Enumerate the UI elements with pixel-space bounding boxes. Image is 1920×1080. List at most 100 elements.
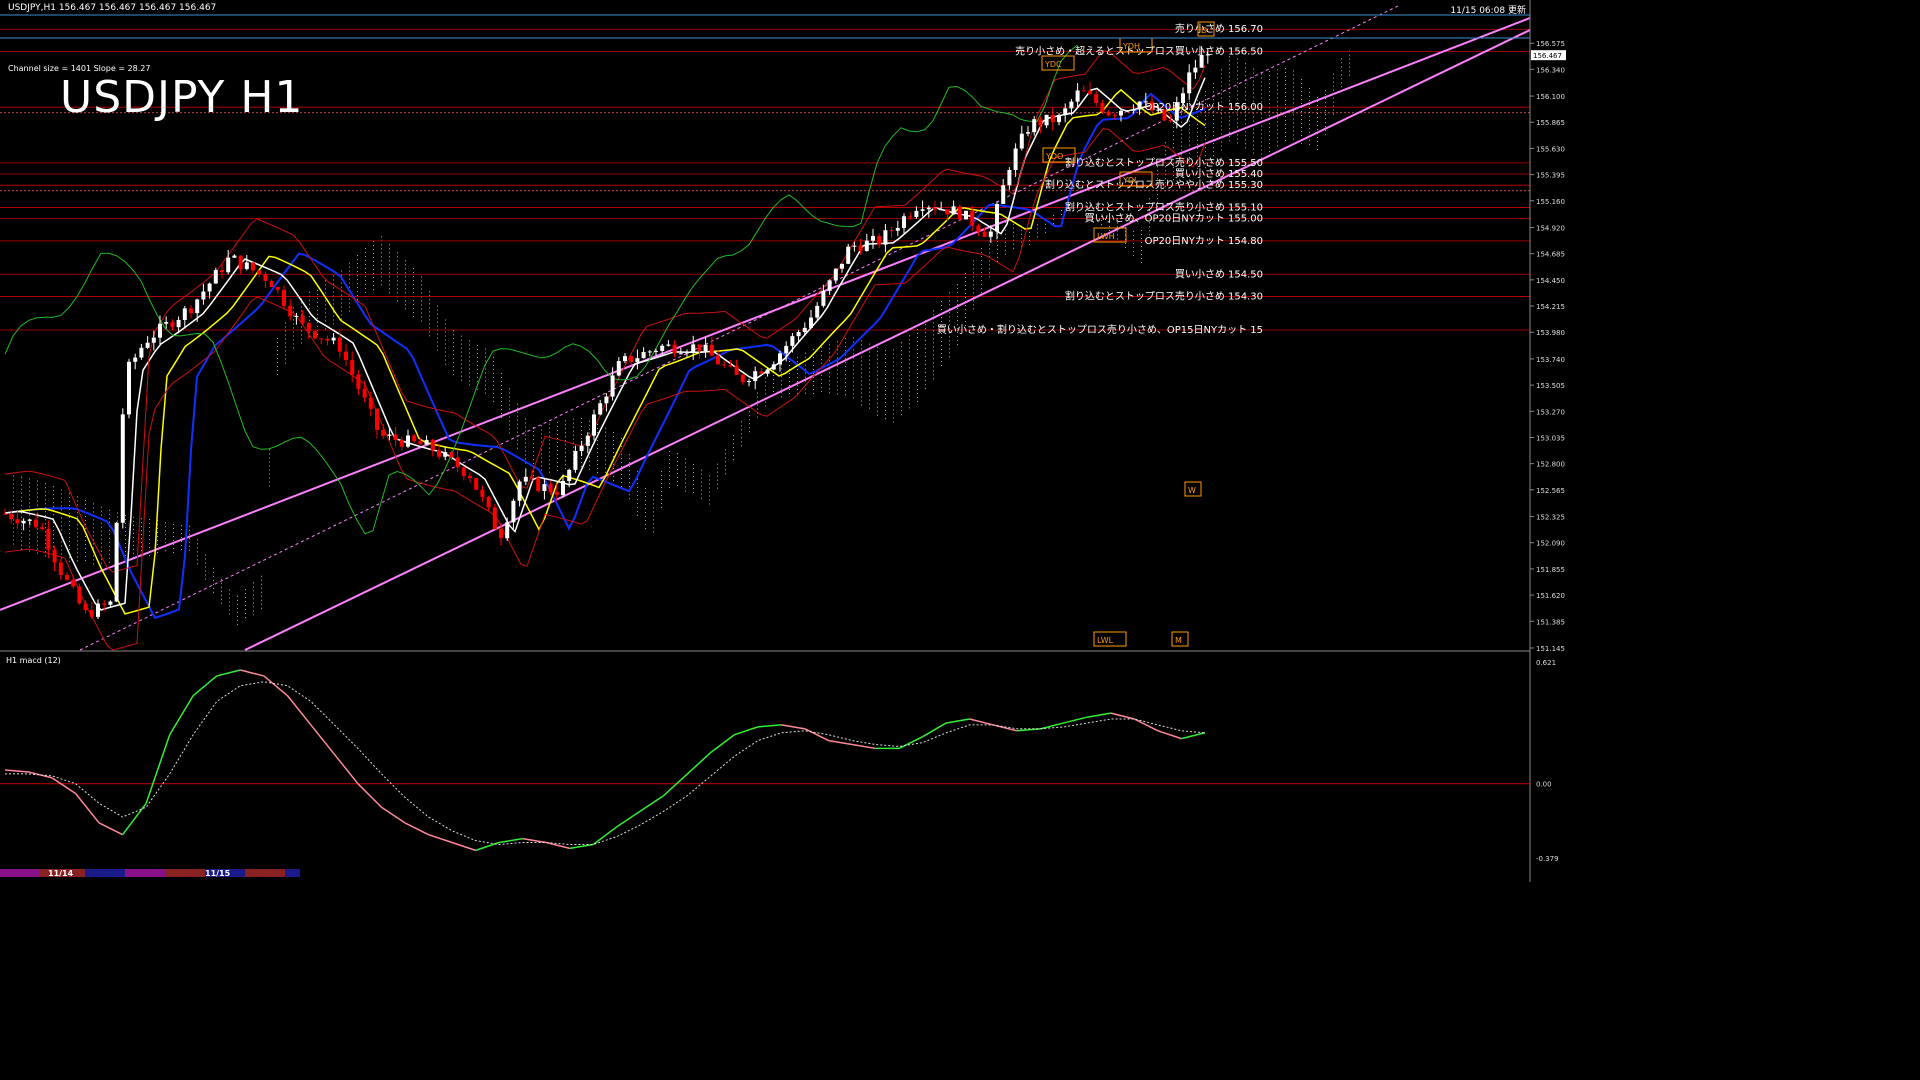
- cloud-dot: [285, 338, 286, 340]
- cloud-dot: [1245, 143, 1246, 145]
- cloud-dot: [1205, 127, 1206, 129]
- cloud-dot: [1005, 249, 1006, 251]
- cloud-dot: [1277, 145, 1278, 147]
- cloud-dot: [1181, 141, 1182, 143]
- candle-body: [790, 336, 795, 346]
- cloud-dot: [525, 446, 526, 448]
- cloud-dot: [1293, 122, 1294, 124]
- cloud-dot: [565, 436, 566, 438]
- cloud-dot: [61, 489, 62, 491]
- cloud-dot: [253, 614, 254, 616]
- cloud-dot: [21, 488, 22, 490]
- cloud-dot: [933, 342, 934, 344]
- cloud-dot: [133, 516, 134, 518]
- cloud-dot: [949, 320, 950, 322]
- cloud-dot: [965, 305, 966, 307]
- cloud-dot: [53, 506, 54, 508]
- cloud-dot: [917, 396, 918, 398]
- cloud-dot: [1253, 128, 1254, 130]
- candle-body: [1075, 90, 1080, 102]
- cloud-dot: [133, 552, 134, 554]
- cloud-dot: [61, 493, 62, 495]
- cloud-dot: [405, 288, 406, 290]
- candle-body: [598, 403, 603, 415]
- cloud-dot: [485, 360, 486, 362]
- cloud-dot: [1197, 151, 1198, 153]
- candle-body: [573, 451, 578, 470]
- cloud-dot: [677, 457, 678, 459]
- candle-body: [331, 337, 336, 341]
- cloud-dot: [381, 284, 382, 286]
- cloud-dot: [1237, 66, 1238, 68]
- candle-body: [957, 206, 962, 220]
- cloud-dot: [485, 380, 486, 382]
- candle-body: [703, 344, 708, 352]
- candle-body: [840, 263, 844, 269]
- cloud-dot: [709, 487, 710, 489]
- cloud-dot: [837, 361, 838, 363]
- cloud-dot: [861, 376, 862, 378]
- candle-body: [89, 610, 94, 617]
- cloud-dot: [1229, 120, 1230, 122]
- cloud-dot: [549, 463, 550, 465]
- cloud-dot: [1293, 130, 1294, 132]
- cloud-dot: [477, 376, 478, 378]
- cloud-dot: [549, 455, 550, 457]
- cloud-dot: [93, 559, 94, 561]
- candle-body: [945, 209, 950, 215]
- cloud-dot: [917, 364, 918, 366]
- cloud-dot: [877, 346, 878, 348]
- cloud-dot: [757, 396, 758, 398]
- cloud-dot: [1221, 133, 1222, 135]
- cloud-dot: [461, 375, 462, 377]
- cloud-dot: [325, 300, 326, 302]
- cloud-dot: [477, 344, 478, 346]
- cloud-dot: [949, 344, 950, 346]
- candle-body: [133, 357, 138, 362]
- cloud-dot: [45, 547, 46, 549]
- cloud-dot: [541, 469, 542, 471]
- cloud-dot: [501, 396, 502, 398]
- cloud-dot: [205, 562, 206, 564]
- cloud-dot: [1293, 78, 1294, 80]
- cloud-dot: [757, 392, 758, 394]
- cloud-dot: [1013, 223, 1014, 225]
- cloud-dot: [813, 360, 814, 362]
- cloud-dot: [293, 307, 294, 309]
- cloud-dot: [1037, 236, 1038, 238]
- cloud-dot: [965, 281, 966, 283]
- cloud-dot: [1213, 83, 1214, 85]
- cloud-dot: [797, 389, 798, 391]
- cloud-dot: [981, 280, 982, 282]
- cloud-dot: [781, 368, 782, 370]
- cloud-dot: [821, 386, 822, 388]
- cloud-dot: [661, 495, 662, 497]
- cloud-dot: [1245, 147, 1246, 149]
- candle-body: [108, 601, 113, 605]
- cloud-dot: [53, 546, 54, 548]
- cloud-dot: [925, 328, 926, 330]
- candle-body: [871, 235, 875, 241]
- cloud-dot: [1309, 95, 1310, 97]
- cloud-dot: [565, 428, 566, 430]
- cloud-dot: [869, 399, 870, 401]
- cloud-dot: [445, 355, 446, 357]
- candle-body: [189, 308, 193, 314]
- cloud-dot: [1349, 54, 1350, 56]
- candle-body: [536, 477, 541, 491]
- cloud-dot: [21, 540, 22, 542]
- cloud-dot: [245, 589, 246, 591]
- cloud-dot: [1229, 64, 1230, 66]
- cloud-dot: [1229, 72, 1230, 74]
- candle-body: [660, 345, 665, 351]
- cloud-dot: [69, 492, 70, 494]
- cloud-dot: [13, 531, 14, 533]
- cloud-dot: [469, 360, 470, 362]
- cloud-dot: [381, 260, 382, 262]
- cloud-dot: [925, 332, 926, 334]
- cloud-dot: [397, 288, 398, 290]
- cloud-dot: [845, 378, 846, 380]
- cloud-dot: [333, 283, 334, 285]
- cloud-dot: [1237, 126, 1238, 128]
- cloud-dot: [261, 607, 262, 609]
